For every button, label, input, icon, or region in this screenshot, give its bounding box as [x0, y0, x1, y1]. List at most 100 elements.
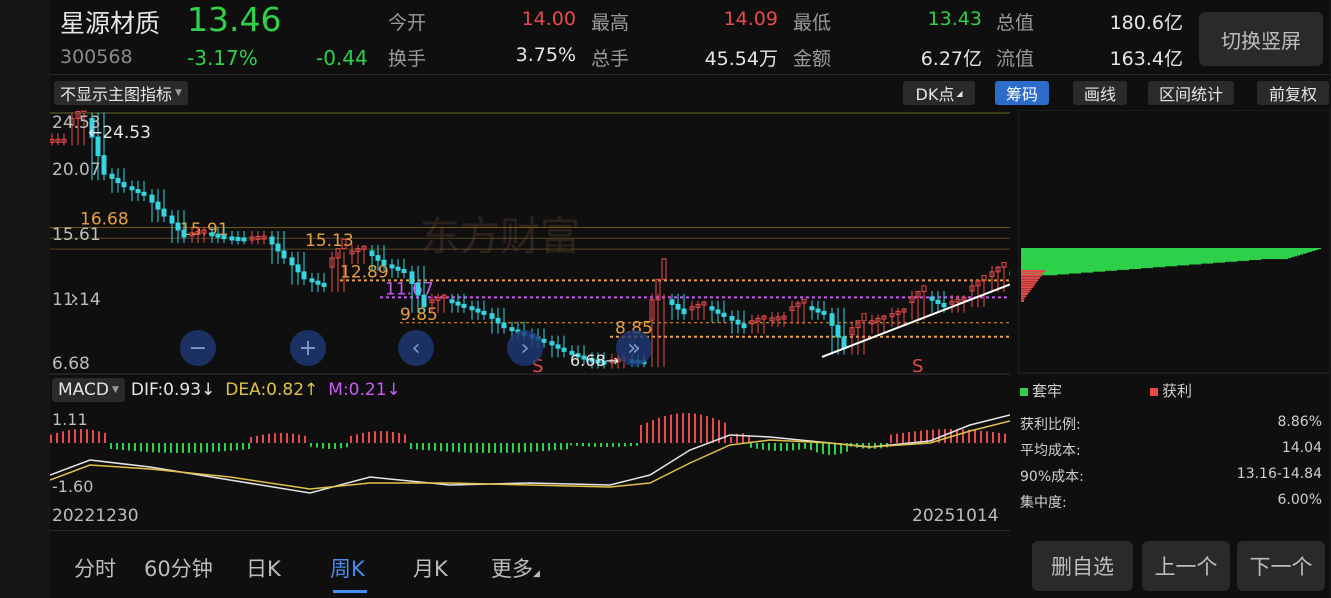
- candle-body: [161, 208, 167, 217]
- candle-body: [401, 269, 407, 274]
- candle-body: [709, 306, 715, 311]
- float-label: 流值: [996, 48, 1035, 70]
- macd-bar: [742, 433, 744, 443]
- macd-bar: [268, 433, 270, 443]
- macd-bar: [422, 443, 424, 450]
- remove-watchlist-button[interactable]: 删自选: [1032, 541, 1133, 591]
- macd-bar: [834, 443, 836, 455]
- main-indicator-dropdown[interactable]: 不显示主图指标 ▼: [54, 81, 188, 105]
- high-label: 最高: [591, 12, 630, 34]
- macd-bar: [274, 433, 276, 443]
- prev-stock-button[interactable]: 上一个: [1142, 541, 1230, 591]
- profit-swatch: [1150, 388, 1158, 396]
- tab-intraday[interactable]: 分时: [74, 553, 116, 583]
- tab-monthly[interactable]: 月K: [413, 553, 448, 583]
- macd-bar: [86, 429, 88, 443]
- macd-bar: [798, 443, 800, 450]
- macd-ymax: 1.11: [52, 410, 88, 429]
- candle-body: [461, 303, 467, 308]
- candle-body: [475, 308, 481, 313]
- macd-bar: [122, 443, 124, 451]
- concentration-label: 集中度:: [1020, 495, 1067, 511]
- macd-bar: [594, 443, 596, 447]
- dk-point-button[interactable]: DK点 ◢: [903, 81, 975, 105]
- macd-bar: [188, 443, 190, 453]
- macd-bar: [464, 443, 466, 453]
- tab-daily[interactable]: 日K: [246, 553, 281, 583]
- macd-bar: [986, 431, 988, 443]
- tab-more[interactable]: 更多◢: [491, 553, 540, 583]
- latest-icon[interactable]: »: [616, 330, 652, 366]
- next-stock-button[interactable]: 下一个: [1237, 541, 1325, 591]
- tab-weekly[interactable]: 周K: [330, 553, 365, 583]
- candle-body: [921, 285, 927, 292]
- low-label: 最低: [793, 12, 832, 34]
- macd-bar: [452, 443, 454, 452]
- macd-bar: [218, 443, 220, 452]
- candle-body: [421, 294, 427, 308]
- zoom-out-icon[interactable]: −: [180, 330, 216, 366]
- dif-line: [50, 414, 1010, 494]
- draw-line-button[interactable]: 画线: [1073, 81, 1127, 105]
- macd-bar: [340, 443, 342, 449]
- watermark: 东方财富: [420, 214, 580, 260]
- macd-bar: [582, 443, 584, 447]
- zoom-in-icon[interactable]: +: [290, 330, 326, 366]
- macd-bar: [410, 443, 412, 449]
- chip-button[interactable]: 筹码: [995, 81, 1049, 105]
- switch-portrait-button[interactable]: 切换竖屏: [1199, 12, 1323, 66]
- macd-bar: [470, 443, 472, 453]
- macd-dropdown[interactable]: MACD ▼: [52, 378, 125, 402]
- macd-bar: [700, 414, 702, 443]
- expand-left-icon[interactable]: ›: [70, 286, 79, 311]
- m-value: M:0.21↓: [328, 380, 401, 400]
- macd-bar: [750, 443, 752, 448]
- macd-bar: [890, 434, 892, 443]
- candle-body: [301, 271, 307, 280]
- candle-body: [561, 347, 567, 352]
- candle-body: [175, 222, 181, 231]
- macd-bar: [500, 443, 502, 453]
- candle-body: [241, 237, 247, 242]
- macd-chart[interactable]: [50, 405, 1010, 505]
- chart-bottom-divider: [50, 530, 1010, 531]
- tab-60min[interactable]: 60分钟: [144, 553, 213, 583]
- macd-bar: [110, 443, 112, 449]
- macd-bar: [524, 443, 526, 453]
- volume-label: 总手: [591, 48, 630, 70]
- mktcap-label: 总值: [996, 12, 1035, 34]
- candle-body: [129, 186, 135, 191]
- macd-bar: [458, 443, 460, 453]
- scroll-left-icon[interactable]: ‹: [398, 330, 434, 366]
- macd-legend: MACD ▼ DIF:0.93↓ DEA:0.82↑ M:0.21↓: [52, 377, 401, 403]
- macd-bar: [50, 434, 52, 443]
- macd-bar: [334, 443, 336, 449]
- amount-label: 金额: [793, 48, 832, 70]
- macd-bar: [212, 443, 214, 453]
- dropdown-arrow-icon: ▼: [175, 88, 182, 98]
- candle-body: [469, 306, 475, 311]
- active-tab-indicator: [333, 590, 367, 593]
- macd-bar: [140, 443, 142, 452]
- candle-body: [481, 310, 487, 315]
- avg-cost-value: 14.04: [1281, 440, 1322, 456]
- low-marker-value: 6.68: [570, 351, 606, 370]
- scroll-right-icon[interactable]: ›: [507, 330, 543, 366]
- macd-bar: [810, 443, 812, 451]
- macd-bar: [566, 443, 568, 450]
- macd-bar: [676, 413, 678, 443]
- candle-body: [229, 236, 235, 241]
- macd-bar: [588, 443, 590, 447]
- macd-bar: [494, 443, 496, 453]
- candle-body: [115, 177, 121, 184]
- candle-body: [281, 250, 287, 259]
- macd-bar: [346, 443, 348, 448]
- macd-bar: [304, 435, 306, 443]
- macd-bar: [768, 443, 770, 451]
- range-stats-button[interactable]: 区间统计: [1148, 81, 1234, 105]
- avg-cost-label: 平均成本:: [1020, 443, 1081, 459]
- adjust-button[interactable]: 前复权: [1257, 81, 1329, 105]
- chip-legend-profit: 获利: [1150, 380, 1192, 401]
- macd-bar: [548, 443, 550, 451]
- macd-bar: [316, 443, 318, 448]
